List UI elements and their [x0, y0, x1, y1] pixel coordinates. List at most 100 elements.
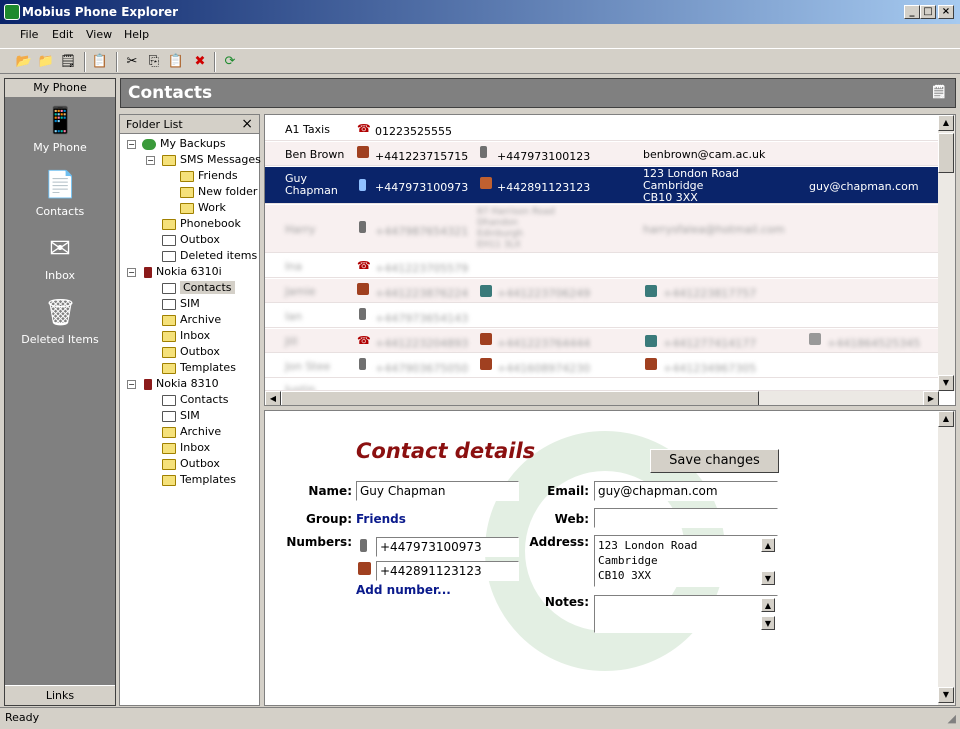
fax-icon — [809, 333, 821, 345]
landline-icon: ☎ — [357, 334, 371, 347]
folder-phonebook[interactable]: Phonebook — [162, 217, 241, 230]
scroll-left-button[interactable]: ◀ — [265, 391, 281, 405]
new-folder-icon[interactable]: 📁 — [36, 52, 56, 72]
horizontal-scrollbar[interactable]: ◀ ▶ — [265, 391, 939, 405]
table-row[interactable]: Jill ☎ +441223204893 +441223764444 +4412… — [265, 329, 939, 353]
sidebar-item-deleted-items[interactable]: 🗑 Deleted Items — [5, 297, 115, 346]
folder-outbox[interactable]: Outbox — [162, 345, 220, 358]
contact-card-icon: 🗒 — [930, 85, 947, 100]
scroll-up-button[interactable]: ▲ — [761, 598, 775, 612]
folder-icon — [162, 218, 176, 230]
work-icon — [480, 285, 492, 297]
web-field[interactable] — [594, 508, 778, 528]
folder-outbox[interactable]: Outbox — [162, 457, 220, 470]
sidebar-item-inbox[interactable]: ✉ Inbox — [5, 233, 115, 282]
folder-inbox[interactable]: Inbox — [162, 441, 210, 454]
status-text: Ready — [5, 711, 40, 724]
cut-icon[interactable]: ✂ — [122, 52, 142, 72]
folder-friends[interactable]: Friends — [180, 169, 238, 182]
minimize-button[interactable]: _ — [904, 5, 920, 19]
menu-file[interactable]: File — [20, 28, 38, 41]
folder-new-folder[interactable]: New folder — [180, 185, 257, 198]
open-icon[interactable]: 📂 — [14, 52, 34, 72]
group-link[interactable]: Friends — [356, 512, 406, 526]
table-row[interactable]: Ina ☎ +441223705579 — [265, 254, 939, 278]
delete-icon[interactable]: ✖ — [190, 52, 210, 72]
folder-templates[interactable]: Templates — [162, 361, 236, 374]
work-icon — [645, 285, 657, 297]
numbers-label: Numbers: — [286, 535, 352, 549]
folder-contacts[interactable]: Contacts — [162, 281, 235, 294]
folder-archive[interactable]: Archive — [162, 425, 221, 438]
table-row[interactable]: Jon Stee +447903675050 +441608974230 +44… — [265, 354, 939, 378]
vertical-scrollbar[interactable]: ▲ ▼ — [938, 411, 955, 705]
sync-icon[interactable]: ⟳ — [220, 52, 240, 72]
save-changes-button[interactable]: Save changes — [650, 449, 779, 473]
close-button[interactable]: × — [938, 5, 954, 19]
collapse-icon[interactable]: − — [127, 380, 136, 389]
collapse-icon[interactable]: − — [146, 156, 155, 165]
sidebar-links[interactable]: Links — [5, 685, 115, 705]
folder-outbox[interactable]: Outbox — [162, 233, 220, 246]
table-row[interactable]: A1 Taxis ☎ 01223525555 — [265, 117, 939, 141]
email-field[interactable]: guy@chapman.com — [594, 481, 778, 501]
table-row-selected[interactable]: Guy Chapman +447973100973 +442891123123 … — [265, 167, 939, 204]
table-row[interactable]: Jamie +441223876224 +441223706249 +44122… — [265, 279, 939, 303]
folder-sim[interactable]: SIM — [162, 297, 200, 310]
folder-icon — [180, 202, 194, 214]
outbox-icon — [162, 234, 176, 246]
collapse-icon[interactable]: − — [127, 140, 136, 149]
sidebar-item-contacts[interactable]: 📄 Contacts — [5, 169, 115, 218]
scroll-up-button[interactable]: ▲ — [938, 411, 954, 427]
close-icon[interactable]: × — [241, 116, 253, 132]
folder-sim[interactable]: SIM — [162, 409, 200, 422]
number-field-1[interactable]: +447973100973 — [376, 537, 519, 557]
folder-icon — [162, 346, 176, 358]
folder-inbox[interactable]: Inbox — [162, 329, 210, 342]
scroll-down-button[interactable]: ▼ — [938, 375, 954, 391]
table-row[interactable]: Justin — [265, 379, 939, 391]
folder-icon — [162, 330, 176, 342]
table-row[interactable]: Harry +447987654321 87 Harrison Road Dha… — [265, 205, 939, 253]
collapse-icon[interactable]: − — [127, 268, 136, 277]
table-row[interactable]: Ben Brown +441223715715 +447973100123 be… — [265, 142, 939, 166]
scroll-down-button[interactable]: ▼ — [938, 687, 954, 703]
number-field-2[interactable]: +442891123123 — [376, 561, 519, 581]
folder-work[interactable]: Work — [180, 201, 226, 214]
notes-field[interactable] — [594, 595, 778, 633]
device-nokia-8310[interactable]: Nokia 8310 — [144, 377, 219, 390]
add-number-link[interactable]: Add number... — [356, 583, 451, 597]
scroll-down-button[interactable]: ▼ — [761, 571, 775, 585]
status-bar: Ready ◢ — [0, 707, 960, 729]
folder-deleted-items[interactable]: Deleted items — [162, 249, 257, 262]
folder-sms-messages[interactable]: SMS Messages — [162, 153, 261, 166]
resize-grip-icon[interactable]: ◢ — [948, 712, 956, 725]
paste-icon[interactable]: 📋 — [166, 52, 186, 72]
address-field[interactable]: 123 London Road Cambridge CB10 3XX — [594, 535, 778, 587]
folder-templates[interactable]: Templates — [162, 473, 236, 486]
copy-icon[interactable]: ⎘ — [144, 52, 164, 72]
device-nokia-6310i[interactable]: Nokia 6310i — [144, 265, 222, 278]
scroll-up-button[interactable]: ▲ — [938, 115, 954, 131]
table-row[interactable]: Ian +447973654143 — [265, 304, 939, 328]
menu-help[interactable]: Help — [124, 28, 149, 41]
properties-icon[interactable]: 📋 — [90, 52, 110, 72]
sidebar-item-my-phone[interactable]: 📱 My Phone — [5, 105, 115, 154]
folder-icon — [162, 442, 176, 454]
maximize-button[interactable]: □ — [920, 5, 936, 19]
vertical-scrollbar[interactable]: ▲ ▼ — [938, 115, 955, 391]
menu-view[interactable]: View — [86, 28, 112, 41]
scroll-up-button[interactable]: ▲ — [761, 538, 775, 552]
new-contact-icon[interactable]: 🗒 — [58, 52, 78, 72]
name-field[interactable]: Guy Chapman — [356, 481, 519, 501]
window-title: Mobius Phone Explorer — [22, 5, 179, 19]
menu-edit[interactable]: Edit — [52, 28, 73, 41]
sidebar-header[interactable]: My Phone — [5, 79, 115, 98]
scroll-down-button[interactable]: ▼ — [761, 616, 775, 630]
folder-contacts[interactable]: Contacts — [162, 393, 229, 406]
scroll-thumb[interactable] — [281, 391, 759, 405]
scroll-thumb[interactable] — [938, 133, 954, 173]
folder-my-backups[interactable]: My Backups — [142, 137, 226, 150]
scroll-right-button[interactable]: ▶ — [923, 391, 939, 405]
folder-archive[interactable]: Archive — [162, 313, 221, 326]
